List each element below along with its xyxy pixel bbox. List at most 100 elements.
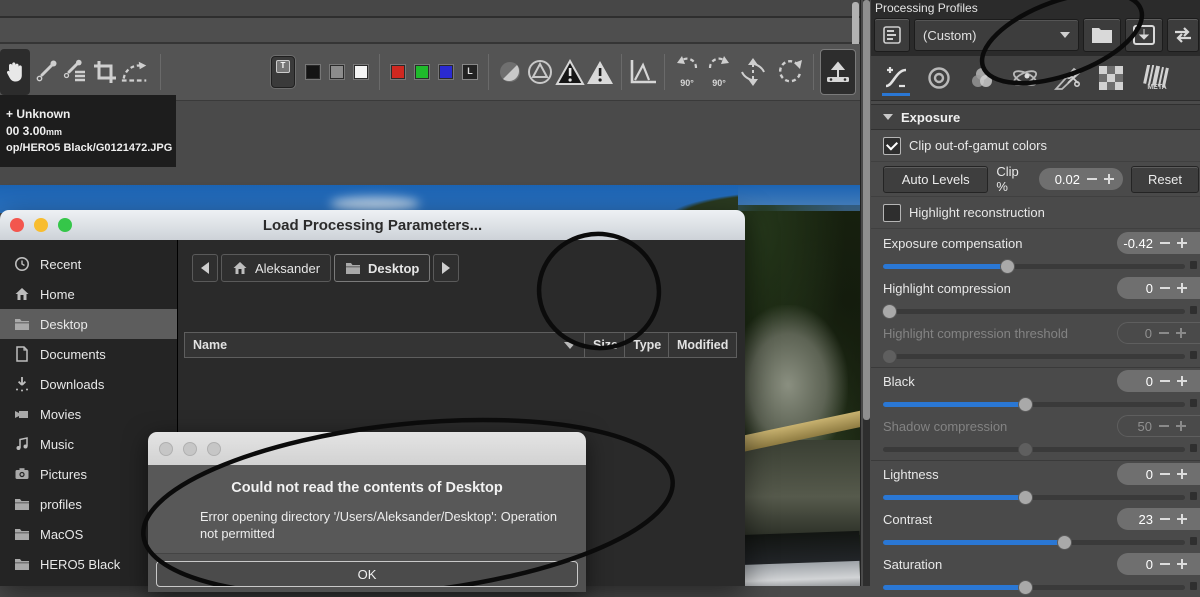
save-profile-button[interactable] [1125, 18, 1163, 52]
sidebar-item-documents[interactable]: Documents [0, 339, 177, 369]
panel-scrollbar[interactable] [863, 0, 870, 586]
increment-icon[interactable] [1177, 380, 1187, 382]
increment-icon[interactable] [1177, 287, 1187, 289]
channel-luminosity-toggle[interactable]: L [462, 64, 478, 80]
slider-thumb[interactable] [1018, 490, 1033, 505]
column-size[interactable]: Size [584, 333, 624, 357]
breadcrumb-back-button[interactable] [192, 254, 218, 282]
tab-transform[interactable] [1053, 58, 1083, 98]
tab-detail[interactable] [924, 58, 954, 98]
slider-reset-icon[interactable] [1190, 261, 1197, 269]
sidebar-item-downloads[interactable]: Downloads [0, 369, 177, 399]
straighten-tool-button[interactable] [120, 50, 150, 94]
slider-value-pill[interactable]: 0 [1117, 370, 1200, 392]
zoom-button[interactable] [207, 442, 221, 456]
slider[interactable] [883, 397, 1185, 411]
decrement-icon[interactable] [1159, 332, 1169, 334]
increment-icon[interactable] [1177, 563, 1187, 565]
decrement-icon[interactable] [1159, 425, 1169, 427]
close-button[interactable] [10, 218, 24, 232]
slider[interactable] [883, 535, 1185, 549]
tab-metadata[interactable]: META [1139, 58, 1175, 98]
slider-reset-icon[interactable] [1190, 444, 1197, 452]
tab-raw[interactable] [1096, 58, 1126, 98]
slider[interactable] [883, 490, 1185, 504]
flip-horizontal-button[interactable] [771, 50, 807, 94]
bg-swatch-black[interactable] [306, 65, 320, 79]
column-name[interactable]: Name [185, 338, 584, 352]
channel-red-toggle[interactable] [391, 65, 405, 79]
breadcrumb-home[interactable]: Aleksander [221, 254, 331, 282]
slider-thumb[interactable] [1057, 535, 1072, 550]
slider[interactable] [883, 349, 1185, 363]
slider-thumb[interactable] [1018, 442, 1033, 457]
sort-descending-icon[interactable] [564, 342, 576, 349]
exposure-section-header[interactable]: Exposure [871, 104, 1200, 130]
increment-icon[interactable] [1177, 242, 1187, 244]
slider[interactable] [883, 304, 1185, 318]
slider-thumb[interactable] [882, 349, 897, 364]
gamut-check-button[interactable] [525, 50, 555, 94]
slider-thumb[interactable] [1018, 397, 1033, 412]
sidebar-item-recent[interactable]: Recent [0, 249, 177, 279]
increment-icon[interactable] [1177, 473, 1187, 475]
decrement-icon[interactable] [1160, 563, 1170, 565]
auto-levels-button[interactable]: Auto Levels [883, 166, 988, 193]
increment-icon[interactable] [1176, 332, 1186, 334]
slider-thumb[interactable] [882, 304, 897, 319]
slider-value-pill[interactable]: -0.42 [1117, 232, 1200, 254]
sidebar-item-desktop[interactable]: Desktop [0, 309, 177, 339]
decrement-icon[interactable] [1160, 473, 1170, 475]
background-color-selector[interactable]: T [271, 56, 295, 88]
slider-reset-icon[interactable] [1190, 492, 1197, 500]
dialog-titlebar[interactable]: Load Processing Parameters... [0, 210, 745, 240]
error-dialog-titlebar[interactable] [148, 432, 586, 465]
reset-button[interactable]: Reset [1131, 166, 1199, 193]
slider[interactable] [883, 442, 1185, 456]
slider-thumb[interactable] [1000, 259, 1015, 274]
highlight-clipping-button[interactable] [585, 50, 615, 94]
highlight-recon-checkbox[interactable] [883, 204, 901, 222]
decrement-icon[interactable] [1160, 242, 1170, 244]
slider[interactable] [883, 259, 1185, 273]
clip-pct-spinner[interactable]: 0.02 [1039, 168, 1123, 190]
hand-tool-button[interactable] [0, 49, 30, 95]
zoom-button[interactable] [58, 218, 72, 232]
clip-gamut-checkbox[interactable] [883, 137, 901, 155]
decrement-icon[interactable] [1160, 287, 1170, 289]
slider-value-pill[interactable]: 0 [1117, 322, 1200, 344]
slider-reset-icon[interactable] [1190, 537, 1197, 545]
slider-reset-icon[interactable] [1190, 306, 1197, 314]
clip-gamut-row[interactable]: Clip out-of-gamut colors [871, 130, 1200, 162]
slider-value-pill[interactable]: 23 [1117, 508, 1200, 530]
histogram-profile-button[interactable] [628, 50, 658, 94]
copy-profile-button[interactable] [1167, 18, 1199, 52]
filmstrip-scrollbar[interactable] [852, 2, 859, 48]
tab-advanced[interactable] [1010, 58, 1040, 98]
increment-icon[interactable] [1176, 425, 1186, 427]
slider-value-pill[interactable]: 50 [1117, 415, 1200, 437]
color-picker-button[interactable] [60, 50, 90, 94]
sidebar-item-movies[interactable]: Movies [0, 399, 177, 429]
decrement-icon[interactable] [1087, 178, 1097, 180]
profile-select[interactable]: (Custom) [914, 19, 1079, 51]
slider-value-pill[interactable]: 0 [1117, 463, 1200, 485]
flip-vertical-button[interactable] [735, 50, 771, 94]
slider-reset-icon[interactable] [1190, 399, 1197, 407]
slider-reset-icon[interactable] [1190, 351, 1197, 359]
slider[interactable] [883, 580, 1185, 594]
slider-value-pill[interactable]: 0 [1117, 277, 1200, 299]
tab-exposure[interactable] [881, 58, 911, 98]
soft-proofing-button[interactable] [495, 50, 525, 94]
send-to-editor-button[interactable] [820, 49, 856, 95]
tab-color[interactable] [967, 58, 997, 98]
slider-value-pill[interactable]: 0 [1117, 553, 1200, 575]
minimize-button[interactable] [183, 442, 197, 456]
channel-green-toggle[interactable] [415, 65, 429, 79]
rotate-right-button[interactable]: 90° [703, 50, 735, 94]
bg-swatch-gray[interactable] [330, 65, 344, 79]
close-button[interactable] [159, 442, 173, 456]
shadow-clipping-button[interactable] [555, 50, 585, 94]
bg-swatch-white[interactable] [354, 65, 368, 79]
ok-button[interactable]: OK [156, 561, 578, 587]
